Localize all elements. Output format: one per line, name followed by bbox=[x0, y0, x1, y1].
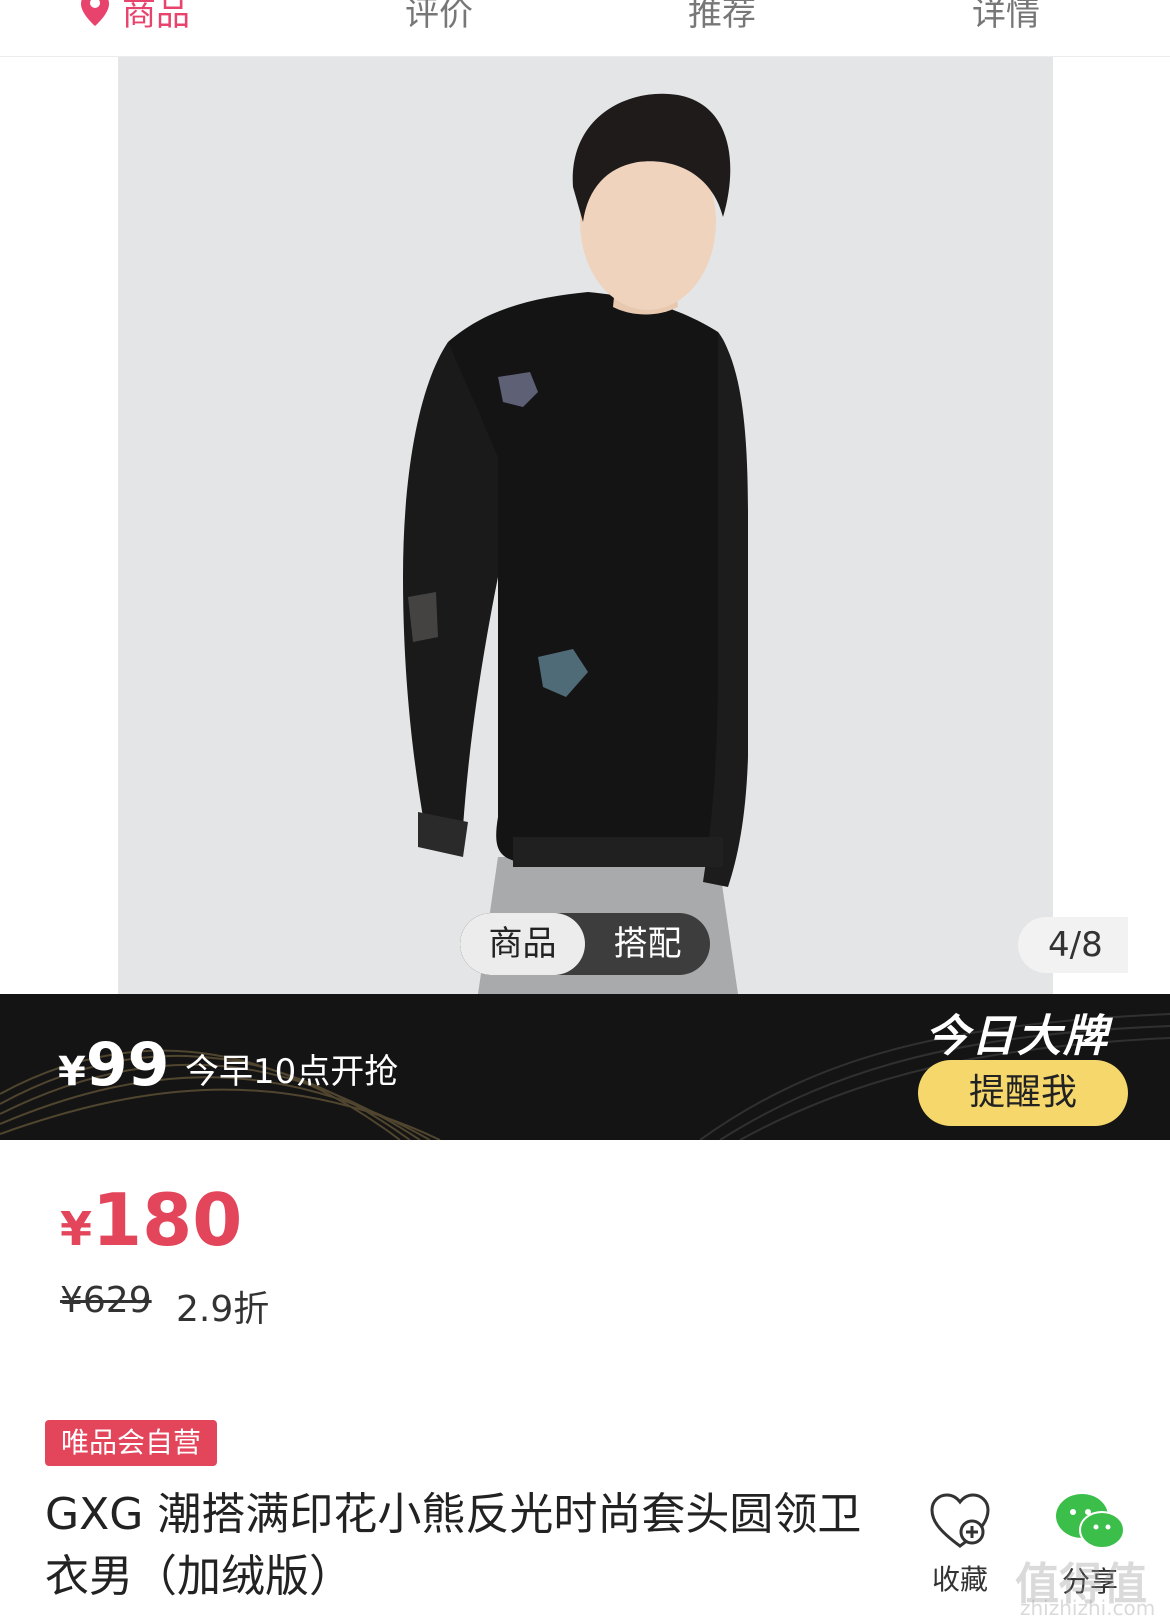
favorite-button[interactable]: 收藏 bbox=[915, 1492, 1005, 1598]
tab-reviews[interactable]: 评价 bbox=[405, 0, 473, 35]
top-nav: 商品 评价 推荐 详情 bbox=[0, 0, 1170, 57]
heart-plus-icon bbox=[930, 1493, 990, 1548]
product-photo[interactable]: 商品 搭配 bbox=[118, 57, 1053, 994]
model-illustration bbox=[118, 57, 1053, 994]
tab-product[interactable]: 商品 bbox=[122, 0, 190, 35]
current-price: ¥180 bbox=[60, 1178, 243, 1262]
discount-rate: 2.9折 bbox=[176, 1289, 270, 1330]
image-mode-toggle[interactable]: 商品 搭配 bbox=[460, 913, 710, 975]
remind-me-button[interactable]: 提醒我 bbox=[918, 1060, 1128, 1126]
tab-details[interactable]: 详情 bbox=[972, 0, 1040, 35]
product-title: GXG 潮搭满印花小熊反光时尚套头圆领卫衣男（加绒版） bbox=[45, 1489, 862, 1602]
favorite-label: 收藏 bbox=[931, 1563, 988, 1596]
today-brand-logo: 今日大牌 bbox=[925, 1011, 1109, 1062]
mode-product[interactable]: 商品 bbox=[460, 913, 585, 975]
wechat-icon bbox=[1056, 1494, 1125, 1549]
image-counter: 4/8 bbox=[1018, 917, 1128, 973]
original-price: ¥629 bbox=[60, 1280, 152, 1321]
flash-sale-price: ¥99 bbox=[58, 1030, 170, 1100]
product-gallery[interactable]: 商品 搭配 4/8 bbox=[0, 57, 1170, 994]
mode-outfit[interactable]: 搭配 bbox=[585, 913, 710, 975]
tab-recommend[interactable]: 推荐 bbox=[688, 0, 756, 35]
flash-sale-banner: ¥99 今早10点开抢 今日大牌 提醒我 bbox=[0, 994, 1170, 1140]
watermark-url: zhizhizhi.com bbox=[1020, 1596, 1156, 1620]
self-operated-badge: 唯品会自营 bbox=[45, 1420, 218, 1466]
location-pin-icon bbox=[81, 0, 109, 26]
flash-sale-time: 今早10点开抢 bbox=[185, 1052, 399, 1092]
